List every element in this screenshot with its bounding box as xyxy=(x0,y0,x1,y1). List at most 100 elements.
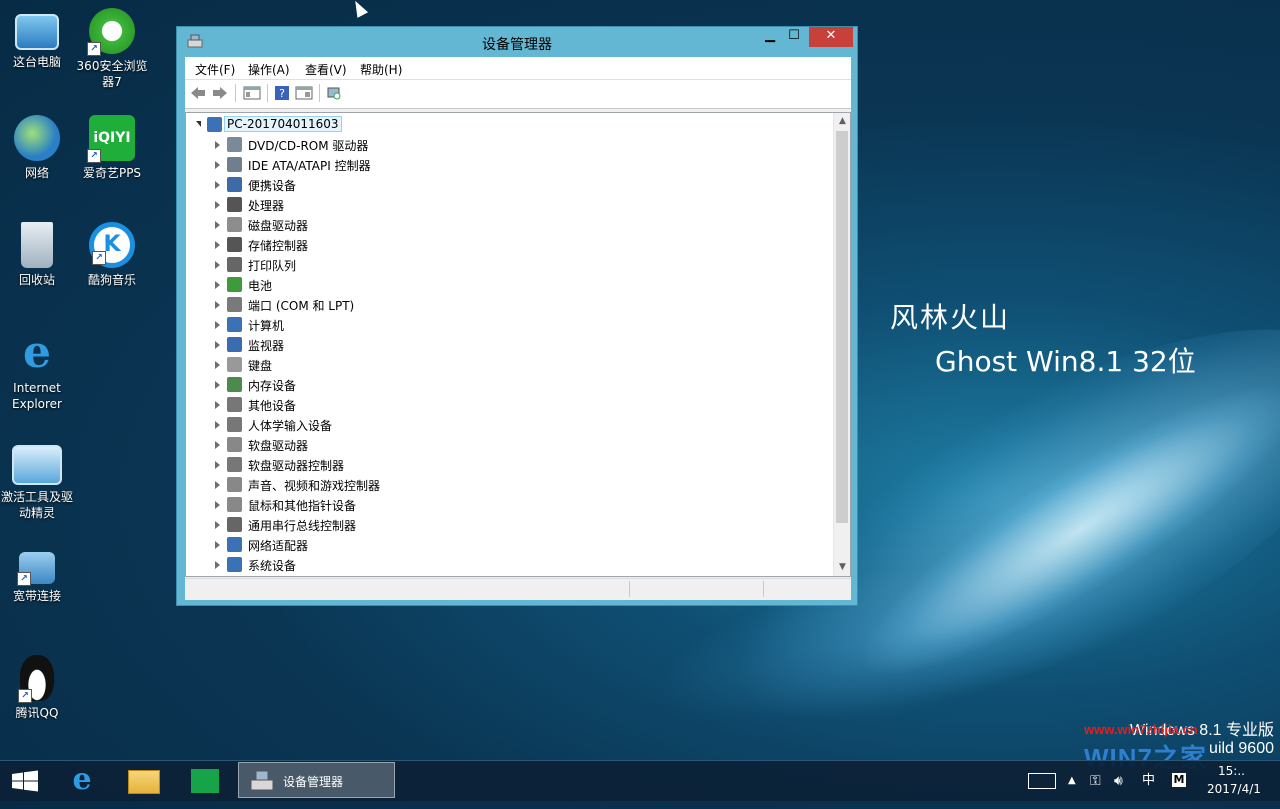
collapse-arrow-icon[interactable] xyxy=(196,121,201,127)
expand-arrow-icon[interactable] xyxy=(215,321,220,329)
tree-item[interactable]: DVD/CD-ROM 驱动器 xyxy=(186,135,826,155)
ie-icon: e xyxy=(23,327,51,378)
tree-item[interactable]: IDE ATA/ATAPI 控制器 xyxy=(186,155,826,175)
desktop-icon-network[interactable]: 网络 xyxy=(0,115,74,181)
tree-item[interactable]: 通用串行总线控制器 xyxy=(186,515,826,535)
menu-file[interactable]: 文件(F) xyxy=(195,61,235,78)
tree-item[interactable]: 存储控制器 xyxy=(186,235,826,255)
scan-hardware-icon[interactable] xyxy=(325,85,343,101)
tree-root[interactable]: PC-201704011603 xyxy=(186,115,826,135)
expand-arrow-icon[interactable] xyxy=(215,421,220,429)
tree-item[interactable]: 磁盘驱动器 xyxy=(186,215,826,235)
tree-item-label: 其他设备 xyxy=(248,399,297,413)
expand-arrow-icon[interactable] xyxy=(215,261,220,269)
tree-item[interactable]: 内存设备 xyxy=(186,375,826,395)
show-hidden-icon[interactable] xyxy=(295,85,313,101)
desktop-icon-kugou[interactable]: K ↗ 酷狗音乐 xyxy=(75,222,149,288)
desktop-icon-broadband[interactable]: ↗ 宽带连接 xyxy=(0,548,74,604)
start-button[interactable] xyxy=(0,761,52,801)
expand-arrow-icon[interactable] xyxy=(215,141,220,149)
expand-arrow-icon[interactable] xyxy=(215,401,220,409)
wallpaper-title: 风林火山 xyxy=(890,301,1011,334)
expand-arrow-icon[interactable] xyxy=(215,221,220,229)
expand-arrow-icon[interactable] xyxy=(215,561,220,569)
tree-item[interactable]: 端口 (COM 和 LPT) xyxy=(186,295,826,315)
expand-arrow-icon[interactable] xyxy=(215,161,220,169)
vertical-scrollbar[interactable]: ▲ ▼ xyxy=(833,113,850,576)
desktop-icon-qq[interactable]: ↗ 腾讯QQ xyxy=(0,655,74,721)
expand-arrow-icon[interactable] xyxy=(215,281,220,289)
scroll-down-button[interactable]: ▼ xyxy=(834,559,850,576)
ie-taskbar-icon[interactable]: e xyxy=(60,761,104,801)
tree-item-label: 声音、视频和游戏控制器 xyxy=(248,479,381,493)
clock-time[interactable]: 15:.. xyxy=(1218,764,1245,778)
expand-arrow-icon[interactable] xyxy=(215,521,220,529)
desktop-icon-this-pc[interactable]: 这台电脑 xyxy=(0,8,74,70)
tree-item[interactable]: 便携设备 xyxy=(186,175,826,195)
network-tray-icon[interactable]: ⚿ xyxy=(1090,761,1110,801)
keyboard-icon[interactable] xyxy=(1026,761,1056,801)
file-explorer-taskbar-icon[interactable] xyxy=(120,761,166,801)
show-hidden-icons-button[interactable]: ▲ xyxy=(1068,761,1082,801)
device-tree[interactable]: PC-201704011603 DVD/CD-ROM 驱动器 IDE ATA/ATA… xyxy=(185,112,851,577)
expand-arrow-icon[interactable] xyxy=(215,541,220,549)
desktop-icon-activation-tool[interactable]: 激活工具及驱动精灵 xyxy=(0,445,74,521)
help-icon[interactable]: ? xyxy=(273,85,291,101)
tree-item[interactable]: 监视器 xyxy=(186,335,826,355)
expand-arrow-icon[interactable] xyxy=(215,481,220,489)
expand-arrow-icon[interactable] xyxy=(215,441,220,449)
tree-item[interactable]: 软盘驱动器 xyxy=(186,435,826,455)
clock-date[interactable]: 2017/4/1 xyxy=(1207,782,1261,796)
menu-action[interactable]: 操作(A) xyxy=(248,61,290,78)
tree-item[interactable]: 其他设备 xyxy=(186,395,826,415)
tree-item-label: 鼠标和其他指针设备 xyxy=(248,499,357,513)
expand-arrow-icon[interactable] xyxy=(215,361,220,369)
expand-arrow-icon[interactable] xyxy=(215,241,220,249)
volume-icon[interactable]: 🔊︎ xyxy=(1114,761,1134,801)
expand-arrow-icon[interactable] xyxy=(215,501,220,509)
menu-help[interactable]: 帮助(H) xyxy=(360,61,402,78)
tree-item[interactable]: 计算机 xyxy=(186,315,826,335)
scroll-thumb[interactable] xyxy=(836,131,848,523)
tree-item[interactable]: 软盘驱动器控制器 xyxy=(186,455,826,475)
tree-item[interactable]: 系统设备 xyxy=(186,555,826,575)
maximize-button[interactable]: ☐ xyxy=(781,27,807,47)
tree-item-label: DVD/CD-ROM 驱动器 xyxy=(248,139,369,153)
title-bar[interactable]: 设备管理器 ▁ ☐ ✕ xyxy=(177,27,857,57)
device-category-icon xyxy=(227,157,242,172)
back-icon[interactable] xyxy=(189,85,207,101)
store-taskbar-icon[interactable] xyxy=(182,761,228,801)
tree-item[interactable]: 处理器 xyxy=(186,195,826,215)
tree-item[interactable]: 人体学输入设备 xyxy=(186,415,826,435)
scroll-up-button[interactable]: ▲ xyxy=(834,113,850,130)
device-category-icon xyxy=(227,417,242,432)
desktop-icon-360-browser[interactable]: ↗ 360安全浏览器7 xyxy=(75,8,149,90)
taskbar-device-manager[interactable]: 设备管理器 xyxy=(238,762,395,798)
tree-item[interactable]: 打印队列 xyxy=(186,255,826,275)
ime-indicator[interactable]: 中 xyxy=(1142,761,1162,801)
expand-arrow-icon[interactable] xyxy=(215,341,220,349)
tree-item[interactable]: 网络适配器 xyxy=(186,535,826,555)
watermark-build: uild 9600 xyxy=(1209,740,1274,757)
forward-icon[interactable] xyxy=(211,85,229,101)
menu-view[interactable]: 查看(V) xyxy=(305,61,347,78)
desktop-icon-internet-explorer[interactable]: e Internet Explorer xyxy=(0,330,74,412)
expand-arrow-icon[interactable] xyxy=(215,381,220,389)
expand-arrow-icon[interactable] xyxy=(215,201,220,209)
ime-mode-icon[interactable]: M xyxy=(1170,761,1190,801)
device-manager-window[interactable]: 设备管理器 ▁ ☐ ✕ 文件(F) 操作(A) 查看(V) 帮助(H) ? PC… xyxy=(176,26,858,606)
desktop-icon-recycle-bin[interactable]: 回收站 xyxy=(0,222,74,288)
properties-icon[interactable] xyxy=(243,85,261,101)
desktop-icon-iqiyi[interactable]: iQIYI ↗ 爱奇艺PPS xyxy=(75,115,149,181)
tree-item[interactable]: 电池 xyxy=(186,275,826,295)
device-category-icon xyxy=(227,337,242,352)
close-button[interactable]: ✕ xyxy=(809,27,853,47)
tree-item[interactable]: 鼠标和其他指针设备 xyxy=(186,495,826,515)
expand-arrow-icon[interactable] xyxy=(215,301,220,309)
device-category-icon xyxy=(227,137,242,152)
tree-item[interactable]: 声音、视频和游戏控制器 xyxy=(186,475,826,495)
minimize-button[interactable]: ▁ xyxy=(757,27,783,47)
expand-arrow-icon[interactable] xyxy=(215,181,220,189)
expand-arrow-icon[interactable] xyxy=(215,461,220,469)
tree-item[interactable]: 键盘 xyxy=(186,355,826,375)
